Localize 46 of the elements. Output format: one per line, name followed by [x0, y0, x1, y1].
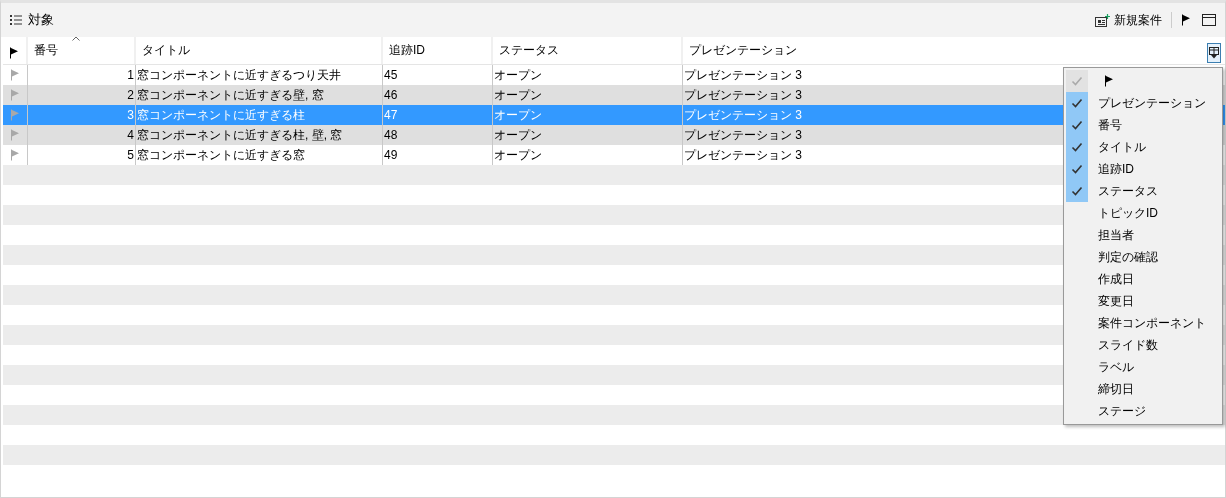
flag-icon: [10, 109, 19, 121]
column-header[interactable]: ステータス: [493, 37, 683, 64]
table-cell: 4: [28, 125, 136, 145]
flag-icon: [10, 149, 19, 161]
menu-item[interactable]: 締切日: [1066, 378, 1220, 400]
table-cell: 窓コンポーネントに近すぎる柱, 壁, 窓: [136, 125, 383, 145]
menu-item[interactable]: 追跡ID: [1066, 158, 1220, 180]
flag-icon: [10, 89, 19, 101]
table-cell: プレゼンテーション 3: [684, 68, 802, 82]
window-button[interactable]: [1199, 12, 1219, 28]
menu-item[interactable]: スライド数: [1066, 334, 1220, 356]
check-icon: [1066, 180, 1088, 202]
column-header[interactable]: 番号: [28, 37, 136, 64]
menu-item[interactable]: 判定の確認: [1066, 246, 1220, 268]
table-cell: プレゼンテーション 3: [684, 128, 802, 142]
flag-icon: [10, 69, 19, 81]
table-cell: オープン: [493, 125, 683, 145]
menu-item[interactable]: ステータス: [1066, 180, 1220, 202]
flag-icon: [10, 129, 19, 141]
column-header[interactable]: タイトル: [136, 37, 383, 64]
menu-item[interactable]: ステージ: [1066, 400, 1220, 422]
column-header[interactable]: 追跡ID: [383, 37, 493, 64]
table-cell: プレゼンテーション 3: [684, 88, 802, 102]
flag-icon: [1104, 75, 1113, 87]
menu-item[interactable]: プレゼンテーション: [1066, 92, 1220, 114]
column-header[interactable]: プレゼンテーション: [683, 37, 1225, 64]
menu-item[interactable]: 案件コンポーネント: [1066, 312, 1220, 334]
menu-item[interactable]: 担当者: [1066, 224, 1220, 246]
flag-icon: [1181, 14, 1190, 26]
table-cell: 48: [383, 125, 493, 145]
check-icon: [1066, 70, 1088, 92]
panel-title: 対象: [28, 11, 54, 29]
new-case-button[interactable]: 新規案件: [1092, 9, 1165, 31]
column-chooser-button[interactable]: [1207, 43, 1221, 63]
menu-item[interactable]: 変更日: [1066, 290, 1220, 312]
menu-item[interactable]: 作成日: [1066, 268, 1220, 290]
menu-item[interactable]: ラベル: [1066, 356, 1220, 378]
menu-item[interactable]: 番号: [1066, 114, 1220, 136]
list-icon: [10, 15, 22, 25]
table-cell: プレゼンテーション 3: [684, 148, 802, 162]
menu-item[interactable]: タイトル: [1066, 136, 1220, 158]
id-card-icon: [1095, 13, 1110, 27]
check-icon: [1066, 92, 1088, 114]
table-cell: プレゼンテーション 3: [684, 108, 802, 122]
flag-icon: [9, 47, 18, 59]
menu-item[interactable]: トピックID: [1066, 202, 1220, 224]
